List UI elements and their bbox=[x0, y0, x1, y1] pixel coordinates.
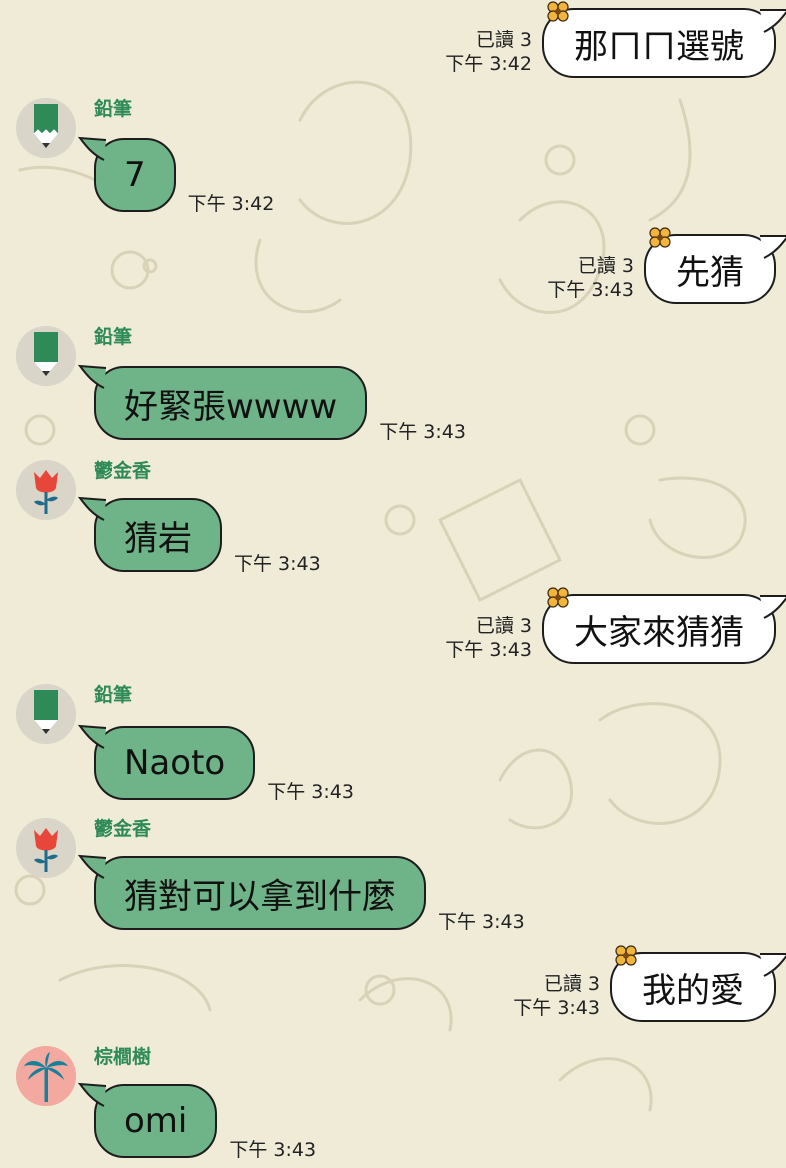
tulip-avatar[interactable] bbox=[16, 818, 76, 878]
sender-name: 鬱金香 bbox=[94, 818, 152, 840]
tulip-avatar[interactable] bbox=[16, 460, 76, 520]
pencil-icon bbox=[16, 684, 76, 744]
outgoing-message[interactable]: 已讀 3 下午 3:43 我的愛 bbox=[513, 945, 786, 1022]
message-time: 下午 3:43 bbox=[267, 781, 354, 803]
pencil-avatar[interactable] bbox=[16, 326, 76, 386]
bubble-tail bbox=[760, 235, 786, 259]
message-text: 猜岩 bbox=[124, 518, 192, 559]
message-bubble[interactable]: 猜岩 bbox=[77, 496, 222, 572]
flower-icon bbox=[547, 1, 569, 22]
message-bubble[interactable]: 好緊張wwww bbox=[77, 364, 368, 440]
flower-icon bbox=[547, 587, 569, 608]
bubble-tail bbox=[77, 1082, 107, 1107]
tulip-icon bbox=[16, 818, 76, 878]
message-time: 下午 3:43 bbox=[438, 911, 525, 933]
bubble-tail bbox=[77, 854, 107, 879]
pencil-avatar[interactable] bbox=[16, 98, 76, 158]
message-text: Naoto bbox=[124, 743, 226, 783]
palm-tree-avatar[interactable] bbox=[16, 1046, 76, 1106]
bubble-tail bbox=[760, 595, 786, 619]
message-bubble[interactable]: 先猜 bbox=[644, 227, 786, 304]
pencil-avatar[interactable] bbox=[16, 684, 76, 744]
message-text: 好緊張wwww bbox=[124, 386, 338, 427]
message-text: 7 bbox=[124, 155, 146, 195]
sender-name: 鉛筆 bbox=[94, 326, 133, 348]
message-bubble[interactable]: 7 bbox=[77, 136, 176, 212]
read-receipt: 已讀 3 bbox=[475, 615, 532, 637]
message-time: 下午 3:43 bbox=[547, 279, 634, 301]
message-time: 下午 3:42 bbox=[445, 53, 532, 75]
read-receipt: 已讀 3 bbox=[475, 29, 532, 51]
message-text: 大家來猜猜 bbox=[574, 612, 744, 653]
message-bubble[interactable]: 我的愛 bbox=[610, 945, 786, 1022]
flower-icon bbox=[649, 227, 671, 248]
outgoing-message[interactable]: 已讀 3 下午 3:43 先猜 bbox=[547, 227, 786, 304]
bubble-tail bbox=[77, 136, 107, 161]
bubble-tail bbox=[77, 724, 107, 749]
outgoing-message[interactable]: 已讀 3 下午 3:43 大家來猜猜 bbox=[445, 587, 786, 664]
read-receipt: 已讀 3 bbox=[543, 973, 600, 995]
pencil-icon bbox=[16, 326, 76, 386]
message-bubble[interactable]: 猜對可以拿到什麼 bbox=[77, 854, 426, 930]
sender-name: 鉛筆 bbox=[94, 684, 133, 706]
outgoing-message[interactable]: 已讀 3 下午 3:42 那ㄇㄇ選號 bbox=[445, 1, 786, 78]
message-text: 我的愛 bbox=[642, 970, 744, 1011]
read-receipt: 已讀 3 bbox=[577, 255, 634, 277]
message-bubble[interactable]: omi bbox=[77, 1082, 218, 1158]
message-bubble[interactable]: 大家來猜猜 bbox=[542, 587, 786, 664]
sender-name: 棕櫚樹 bbox=[94, 1046, 152, 1068]
message-text: omi bbox=[124, 1101, 188, 1141]
bubble-tail bbox=[760, 9, 786, 33]
palm-tree-icon bbox=[16, 1046, 76, 1106]
bubble-tail bbox=[77, 496, 107, 521]
sender-name: 鉛筆 bbox=[94, 98, 133, 120]
message-time: 下午 3:43 bbox=[234, 553, 321, 575]
message-bubble[interactable]: 那ㄇㄇ選號 bbox=[542, 1, 786, 78]
message-time: 下午 3:42 bbox=[187, 193, 275, 215]
chat-message-list[interactable]: 已讀 3 下午 3:42 那ㄇㄇ選號 鉛筆 7 下午 3:42 已讀 3 下午 … bbox=[0, 0, 786, 1168]
message-time: 下午 3:43 bbox=[379, 421, 466, 443]
flower-icon bbox=[615, 945, 637, 966]
tulip-icon bbox=[16, 460, 76, 520]
bubble-tail bbox=[77, 364, 107, 389]
message-text: 那ㄇㄇ選號 bbox=[574, 26, 744, 67]
message-time: 下午 3:43 bbox=[513, 997, 600, 1019]
message-bubble[interactable]: Naoto bbox=[77, 724, 256, 800]
sender-name: 鬱金香 bbox=[94, 460, 152, 482]
message-text: 猜對可以拿到什麼 bbox=[124, 876, 396, 917]
pencil-icon bbox=[16, 98, 76, 158]
message-time: 下午 3:43 bbox=[445, 639, 532, 661]
message-time: 下午 3:43 bbox=[229, 1139, 317, 1161]
message-text: 先猜 bbox=[676, 252, 744, 293]
bubble-tail bbox=[760, 953, 786, 977]
